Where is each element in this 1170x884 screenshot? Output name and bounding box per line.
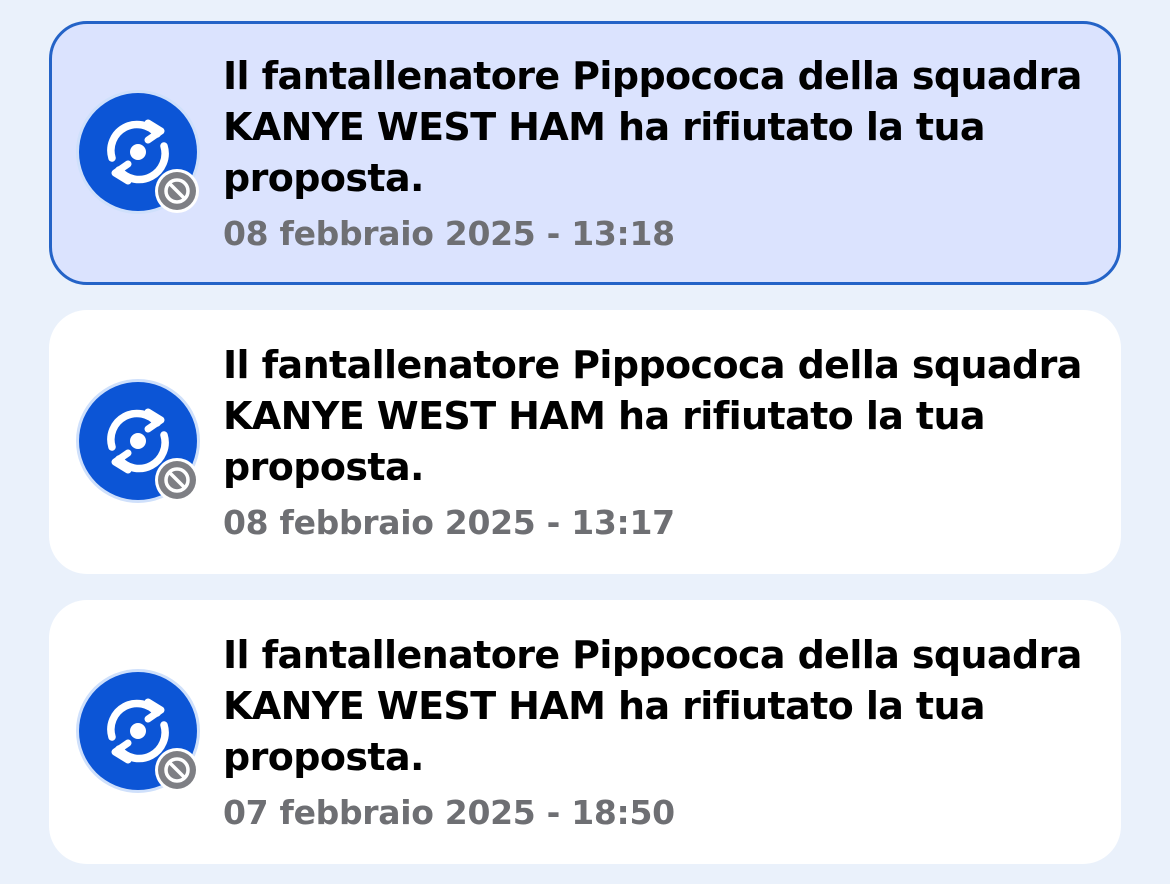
notification-avatar	[79, 672, 199, 792]
notification-card[interactable]: Il fantallenatore Pippococa della squadr…	[49, 600, 1121, 864]
notification-message: Il fantallenatore Pippococa della squadr…	[223, 343, 1082, 489]
notification-avatar	[79, 93, 199, 213]
notification-content: Il fantallenatore Pippococa della squadr…	[223, 340, 1103, 545]
notification-message: Il fantallenatore Pippococa della squadr…	[223, 54, 1082, 200]
notification-card[interactable]: Il fantallenatore Pippococa della squadr…	[49, 310, 1121, 574]
notification-timestamp: 08 febbraio 2025 - 13:17	[223, 503, 675, 542]
notification-avatar	[79, 382, 199, 502]
notification-list: Il fantallenatore Pippococa della squadr…	[0, 0, 1170, 884]
blocked-icon	[155, 169, 199, 213]
notification-message: Il fantallenatore Pippococa della squadr…	[223, 633, 1082, 779]
notification-card[interactable]: Il fantallenatore Pippococa della squadr…	[49, 21, 1121, 285]
notification-timestamp: 08 febbraio 2025 - 13:18	[223, 214, 675, 253]
notification-timestamp: 07 febbraio 2025 - 18:50	[223, 793, 675, 832]
blocked-icon	[155, 458, 199, 502]
blocked-icon	[155, 748, 199, 792]
notification-content: Il fantallenatore Pippococa della squadr…	[223, 630, 1103, 835]
notification-content: Il fantallenatore Pippococa della squadr…	[223, 51, 1103, 256]
